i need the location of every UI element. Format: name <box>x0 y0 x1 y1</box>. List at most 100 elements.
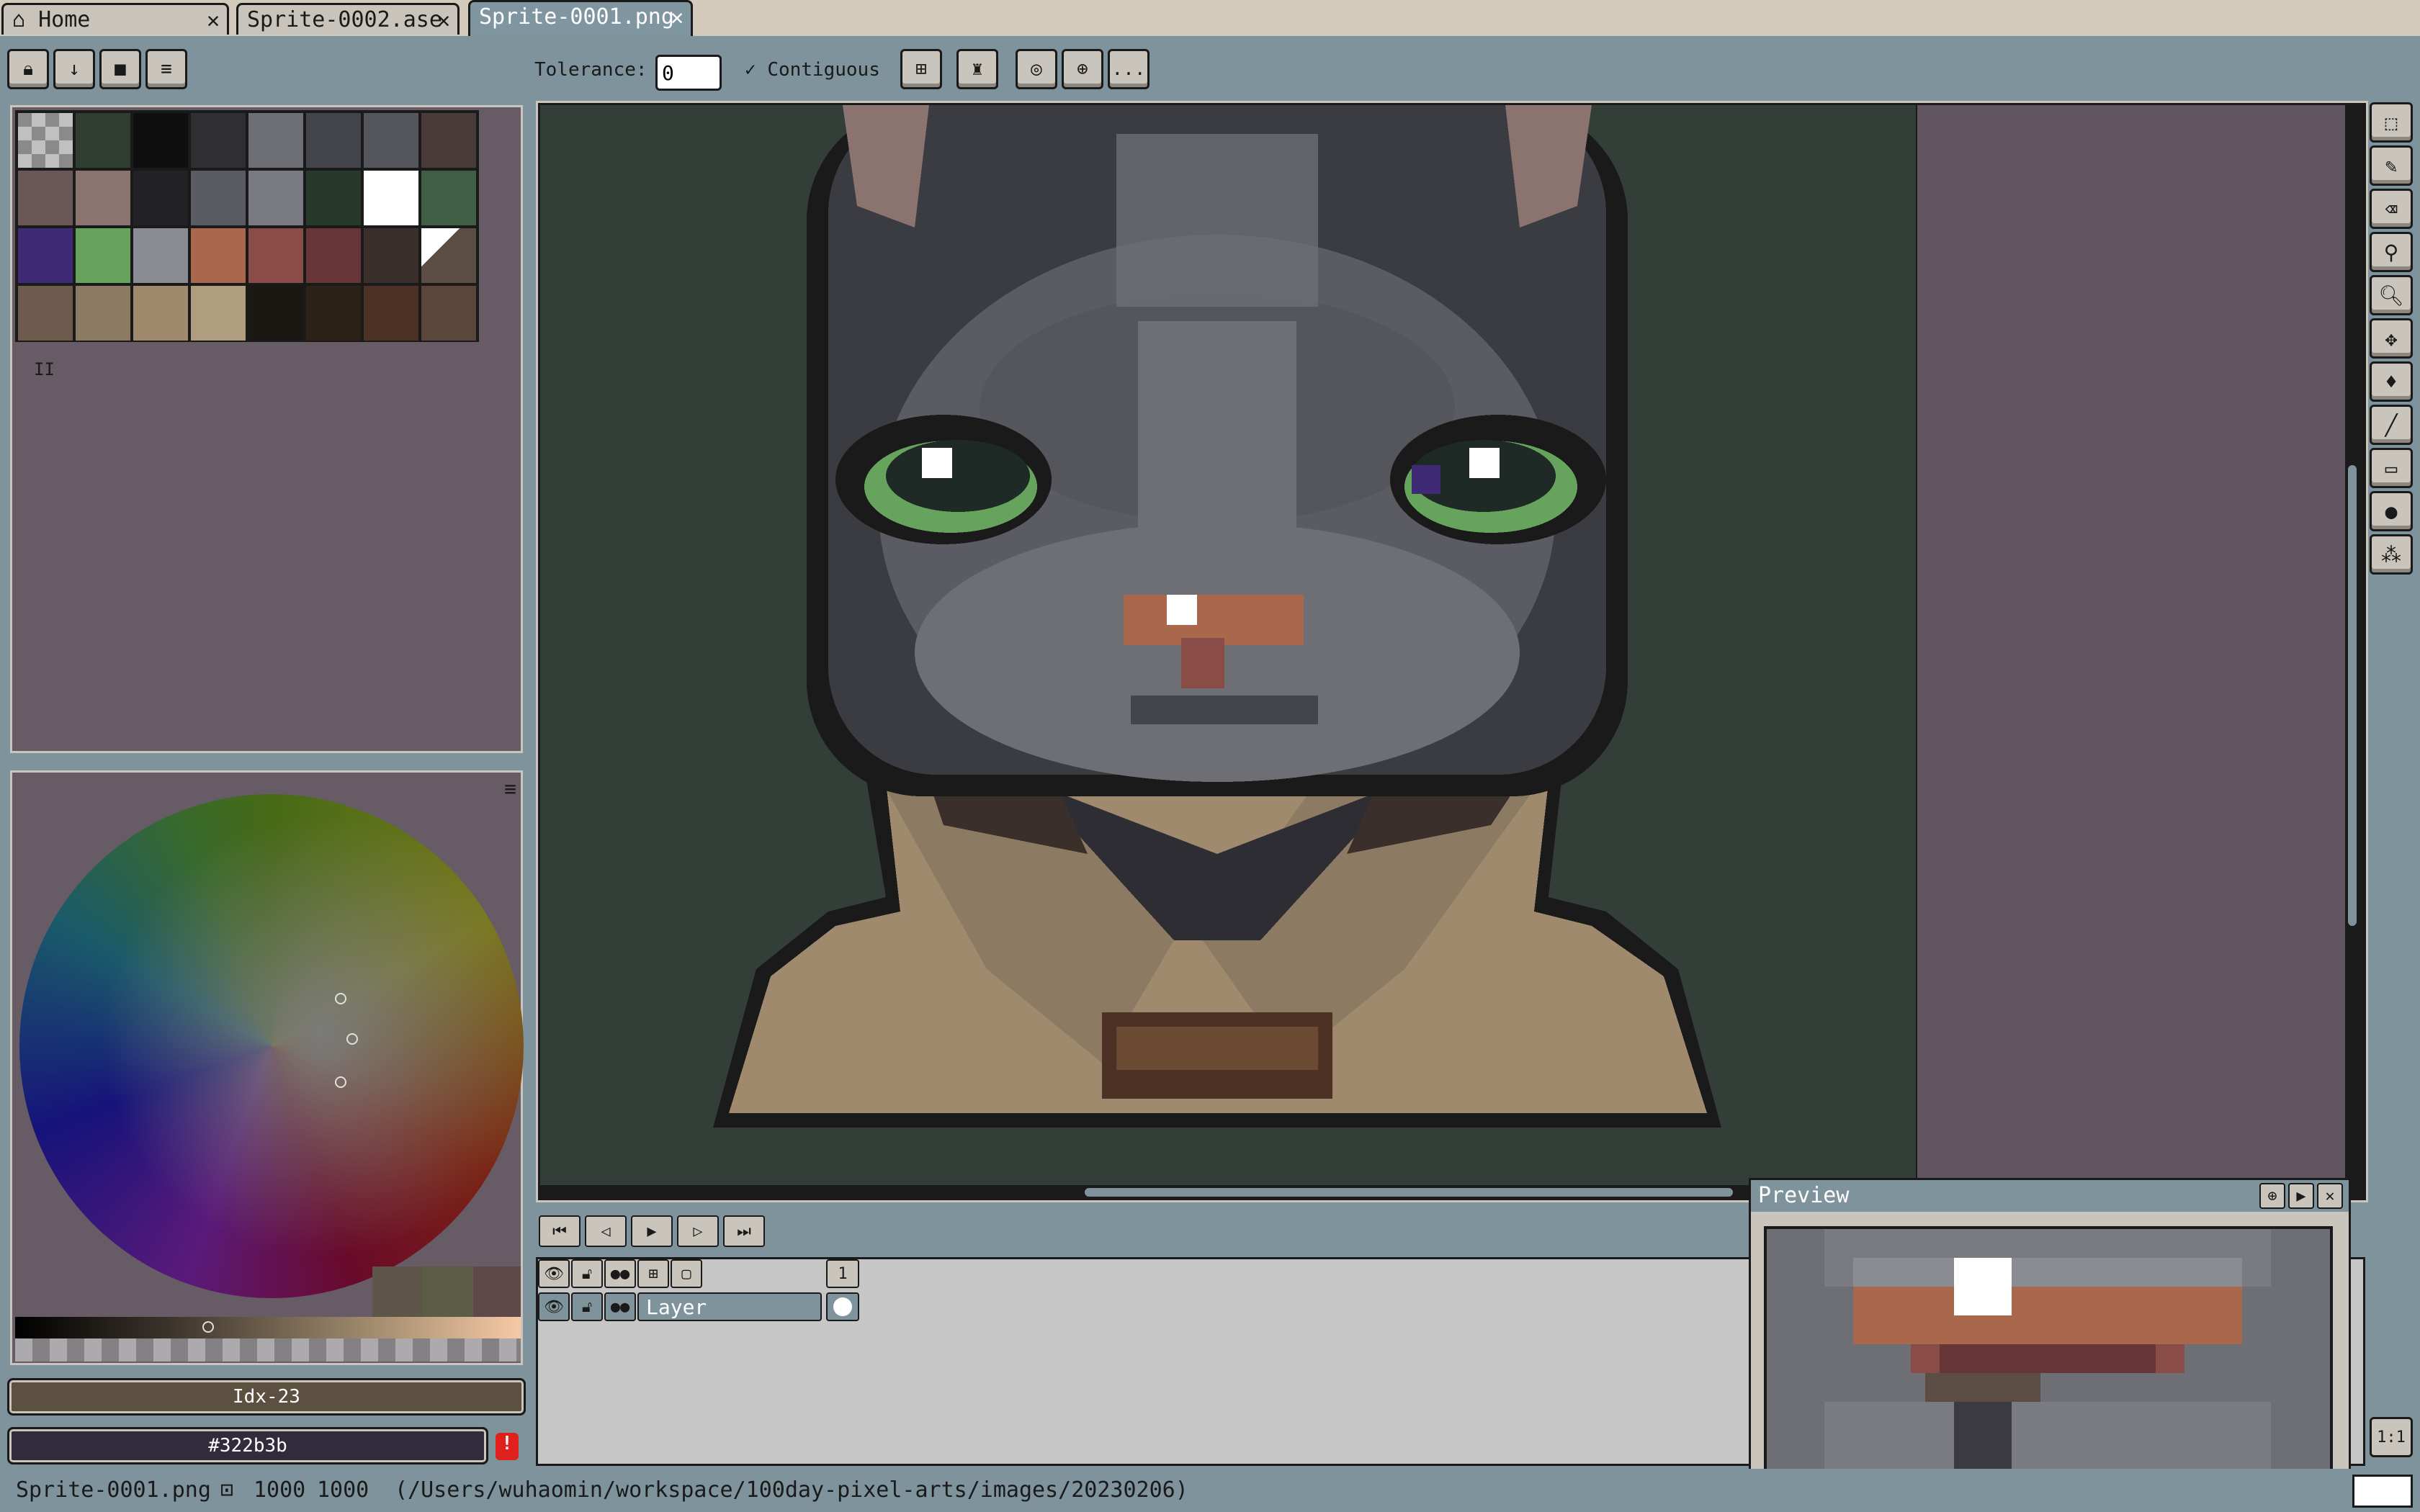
preview-canvas[interactable] <box>1767 1229 2330 1493</box>
play-button[interactable]: ▶ <box>631 1215 673 1247</box>
first-frame-button[interactable]: ⏮ <box>539 1215 581 1247</box>
layer-header[interactable]: ▢ <box>671 1259 702 1288</box>
palette-swatch[interactable] <box>191 171 246 225</box>
palette-swatch[interactable] <box>306 286 361 341</box>
warning-icon[interactable]: ! <box>496 1433 519 1460</box>
palette-swatch[interactable] <box>76 228 130 283</box>
zoom-1to1-button[interactable]: 1:1 <box>2370 1417 2413 1457</box>
wheel-marker[interactable] <box>335 1076 346 1088</box>
tab-sprite-0002[interactable]: Sprite-0002.ase ✕ <box>236 3 460 35</box>
more-options-button[interactable]: ... <box>1108 49 1150 89</box>
palette-swatch[interactable] <box>248 113 303 168</box>
lock-button[interactable]: 🔒︎ <box>7 49 49 89</box>
alpha-slider[interactable] <box>15 1338 521 1362</box>
marquee-tool[interactable]: ⬚ <box>2370 102 2413 143</box>
move-tool[interactable]: ✥ <box>2370 318 2413 359</box>
pencil-tool[interactable]: ✎ <box>2370 145 2413 186</box>
visibility-toggle[interactable]: 👁︎ <box>538 1292 570 1321</box>
symmetry-button[interactable]: ⊕ <box>1062 49 1103 89</box>
palette-swatch[interactable] <box>76 113 130 168</box>
palette-swatch[interactable] <box>191 228 246 283</box>
color-index-label[interactable]: Idx-23 <box>7 1378 526 1416</box>
palette-swatch[interactable] <box>133 171 188 225</box>
palette-swatch[interactable] <box>133 286 188 341</box>
tab-home[interactable]: ⌂ Home ✕ <box>1 3 229 35</box>
ink-button[interactable]: ♜ <box>956 49 998 89</box>
close-icon[interactable]: ✕ <box>671 5 684 30</box>
palette-swatch[interactable] <box>364 228 418 283</box>
palette-swatch[interactable] <box>191 113 246 168</box>
palette-swatch[interactable] <box>18 171 73 225</box>
preview-titlebar[interactable]: Preview ⊕ ▶ ✕ <box>1751 1180 2349 1212</box>
center-button[interactable]: ⊕ <box>2259 1183 2285 1209</box>
color-wheel[interactable] <box>19 794 524 1298</box>
frame-header[interactable]: 1 <box>826 1259 859 1288</box>
rectangle-tool[interactable]: ▭ <box>2370 448 2413 488</box>
play-button[interactable]: ▶ <box>2288 1183 2314 1209</box>
continuous-toggle[interactable]: ●● <box>604 1292 636 1321</box>
pivot-button[interactable]: ◎ <box>1016 49 1057 89</box>
palette-swatch[interactable] <box>306 113 361 168</box>
palette-swatch[interactable] <box>191 286 246 341</box>
vertical-scrollbar[interactable] <box>2345 105 2360 1185</box>
close-icon[interactable]: ✕ <box>207 8 220 33</box>
wheel-marker[interactable] <box>335 993 346 1004</box>
palette-swatch[interactable] <box>364 113 418 168</box>
lock-toggle[interactable]: 🔓︎ <box>571 1292 603 1321</box>
palette-swatch[interactable] <box>18 286 73 341</box>
palette-swatch[interactable] <box>133 113 188 168</box>
menu-icon[interactable]: ≡ <box>504 777 516 801</box>
scrollbar-thumb[interactable] <box>1085 1188 1733 1197</box>
palette-swatch[interactable] <box>248 171 303 225</box>
palette-swatch[interactable] <box>364 286 418 341</box>
color-swatch[interactable] <box>423 1266 473 1317</box>
merge-down-button[interactable]: ↓ <box>53 49 95 89</box>
line-tool[interactable]: ╱ <box>2370 405 2413 445</box>
sprite-canvas[interactable] <box>540 105 1916 1185</box>
tab-sprite-0001[interactable]: Sprite-0001.png ✕ <box>468 0 693 36</box>
color-swatch[interactable] <box>372 1266 423 1317</box>
hex-color-label[interactable]: #322b3b <box>7 1427 488 1464</box>
scrollbar-thumb[interactable] <box>2348 465 2357 926</box>
palette-swatch[interactable] <box>248 286 303 341</box>
palette-swatch[interactable] <box>133 228 188 283</box>
next-frame-button[interactable]: ▷ <box>677 1215 719 1247</box>
pause-icon[interactable]: II <box>34 359 55 379</box>
previous-frame-button[interactable]: ◁ <box>585 1215 627 1247</box>
palette-swatch[interactable] <box>421 113 476 168</box>
palette-swatch[interactable] <box>421 228 476 283</box>
visibility-header[interactable]: 👁︎ <box>538 1259 570 1288</box>
paint-bucket-tool[interactable]: ♦ <box>2370 361 2413 402</box>
palette-swatch[interactable] <box>248 228 303 283</box>
slider-marker[interactable] <box>202 1321 214 1333</box>
eraser-tool[interactable]: ⌫ <box>2370 189 2413 229</box>
blur-tool[interactable]: ● <box>2370 491 2413 531</box>
shade-slider[interactable] <box>15 1317 521 1338</box>
stop-button[interactable]: ■ <box>99 49 141 89</box>
palette-swatch[interactable] <box>18 113 73 168</box>
continuous-header[interactable]: ●● <box>604 1259 636 1288</box>
zoom-tool[interactable]: 🔍︎ <box>2370 275 2413 315</box>
palette-swatch[interactable] <box>76 286 130 341</box>
palette-swatch[interactable] <box>76 171 130 225</box>
wheel-marker[interactable] <box>346 1033 358 1045</box>
close-button[interactable]: ✕ <box>2317 1183 2343 1209</box>
palette-swatch[interactable] <box>306 228 361 283</box>
eyedropper-tool[interactable]: ⚲ <box>2370 232 2413 272</box>
color-swatch[interactable] <box>473 1266 521 1317</box>
contiguous-checkbox[interactable]: ✓ Contiguous <box>745 59 880 81</box>
tolerance-input[interactable] <box>655 55 722 91</box>
gear-header[interactable]: ⊞ <box>637 1259 669 1288</box>
palette-swatch[interactable] <box>421 171 476 225</box>
palette-swatch[interactable] <box>18 228 73 283</box>
cel[interactable] <box>826 1292 859 1321</box>
palette-swatch[interactable] <box>364 171 418 225</box>
layer-name[interactable]: Layer <box>637 1292 822 1321</box>
spray-tool[interactable]: ⁂ <box>2370 534 2413 575</box>
menu-button[interactable]: ≡ <box>145 49 187 89</box>
palette-swatch[interactable] <box>421 286 476 341</box>
close-icon[interactable]: ✕ <box>437 8 450 33</box>
pixel-connectivity-button[interactable]: ⊞ <box>900 49 942 89</box>
lock-header[interactable]: 🔓︎ <box>571 1259 603 1288</box>
status-field[interactable] <box>2352 1475 2413 1508</box>
